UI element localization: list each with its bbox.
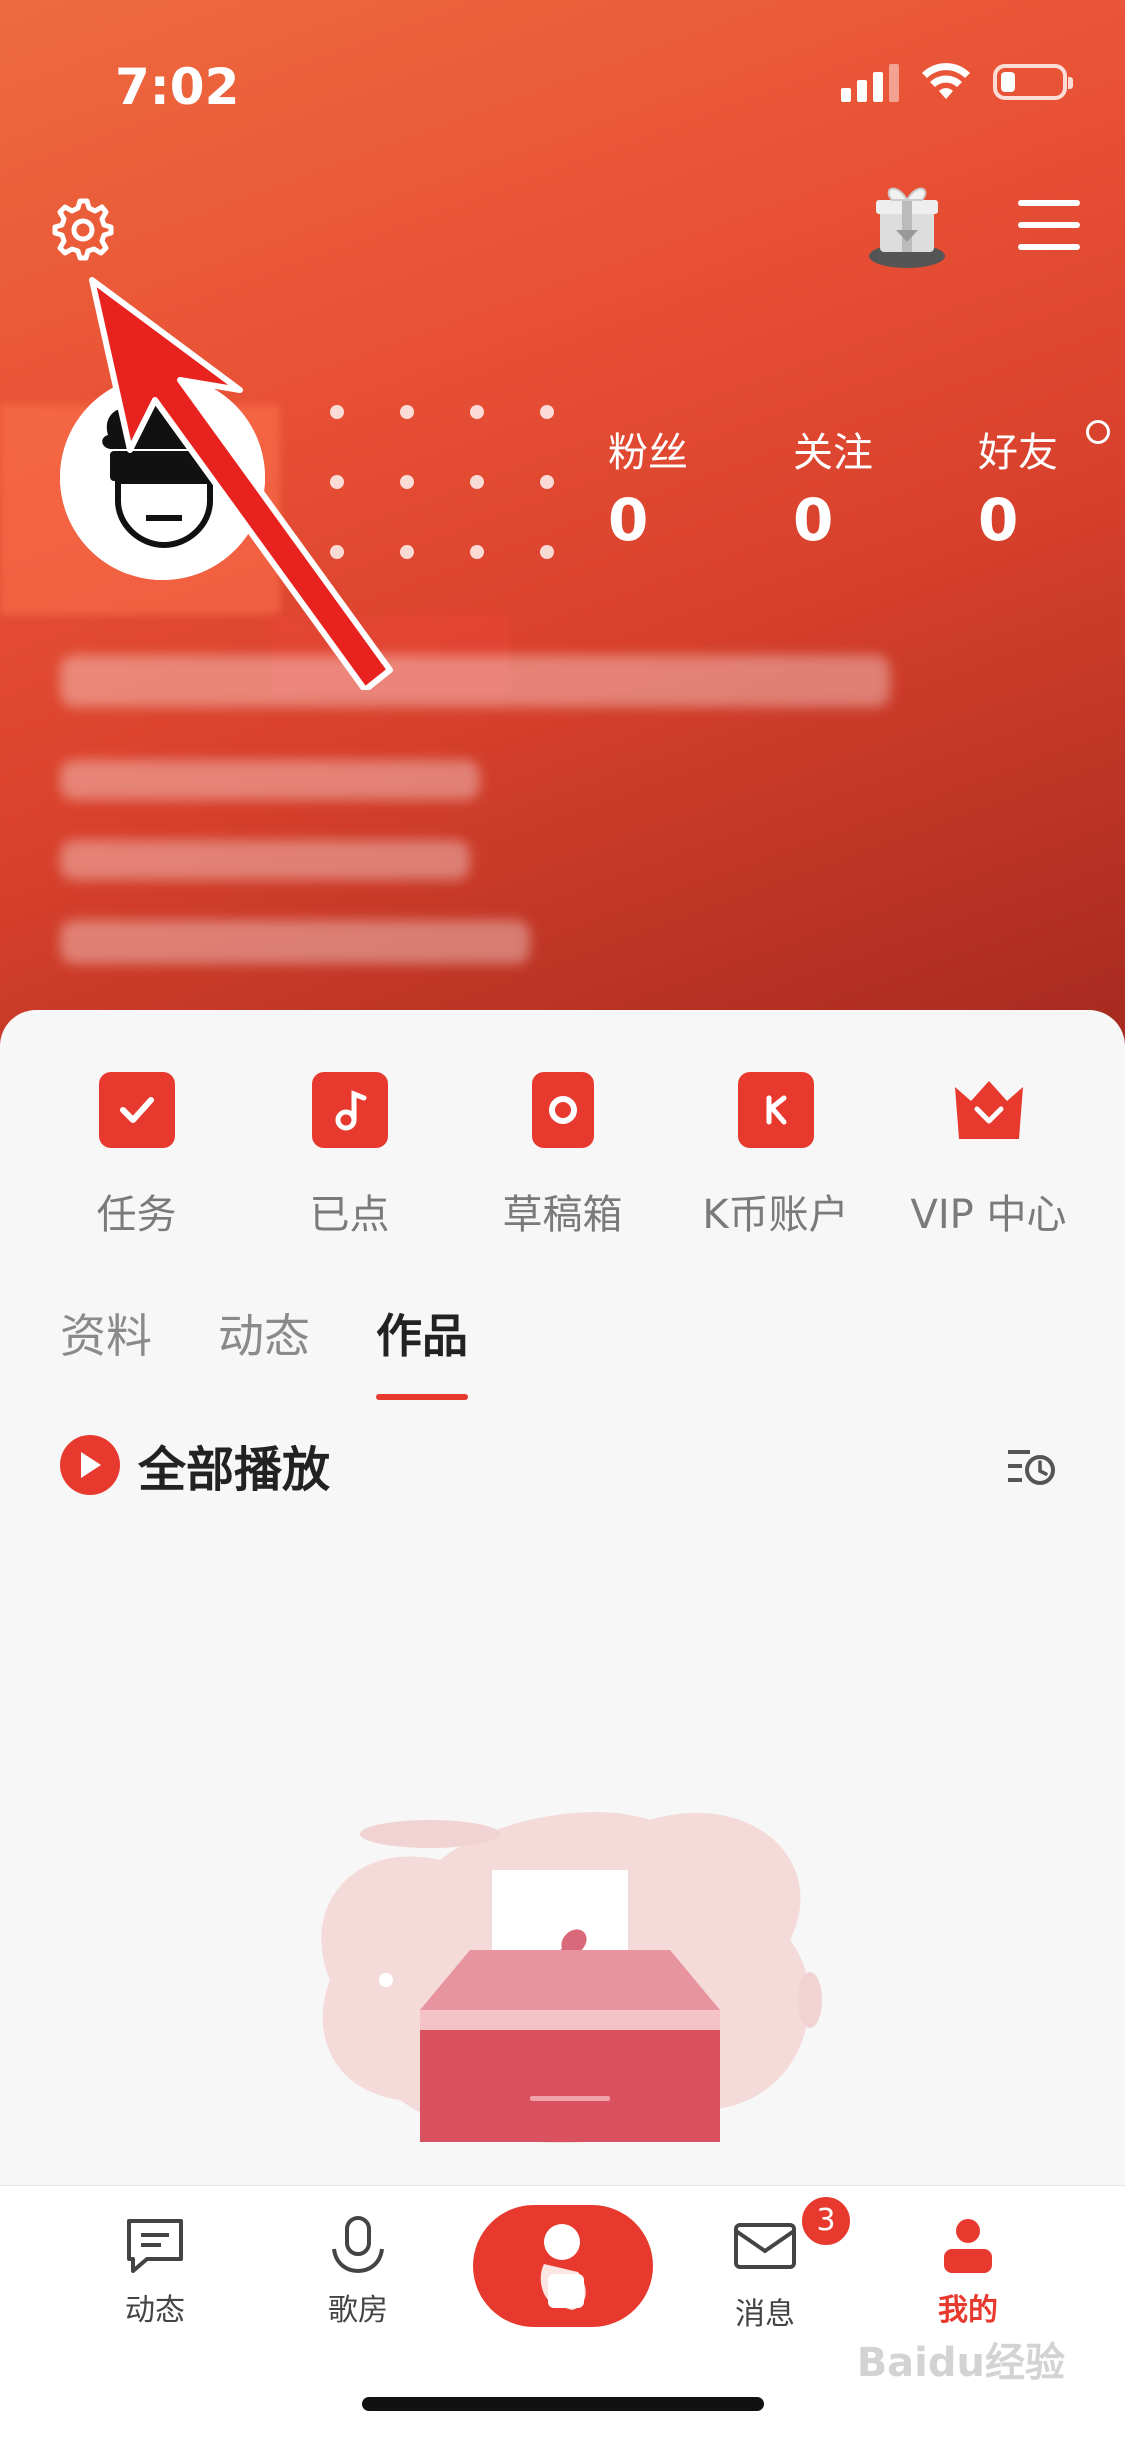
quick-actions: 任务 已点 草稿箱 K币账户 VIP 中心: [0, 1072, 1125, 1240]
quick-action-requested[interactable]: 已点: [243, 1072, 456, 1240]
stat-value: 0: [978, 486, 1019, 554]
quick-action-k-coin[interactable]: K币账户: [669, 1072, 882, 1240]
stat-friends[interactable]: 好友 0: [978, 420, 1125, 554]
home-indicator[interactable]: [362, 2397, 764, 2411]
play-history-icon[interactable]: [1006, 1444, 1056, 1488]
tab-works[interactable]: 作品: [376, 1300, 468, 1400]
signal-icon: [841, 62, 899, 102]
quick-action-task[interactable]: 任务: [30, 1072, 243, 1240]
stat-fans[interactable]: 粉丝 0: [608, 420, 793, 554]
quick-action-label: K币账户: [702, 1192, 849, 1238]
empty-works-illustration: [321, 1812, 822, 2143]
notification-dot: [1086, 420, 1110, 444]
record-button[interactable]: [473, 2205, 653, 2327]
microphone-person-icon: [540, 2224, 586, 2310]
quick-action-vip[interactable]: VIP 中心: [882, 1072, 1095, 1240]
profile-stats: 粉丝 0 关注 0 好友 0: [608, 420, 1125, 554]
quick-action-label: 已点: [309, 1192, 390, 1238]
nav-messages[interactable]: 3 消息: [690, 2193, 854, 2333]
nav-label: 动态: [125, 2293, 185, 2328]
task-check-icon: [98, 1072, 175, 1148]
tab-feed[interactable]: 动态: [218, 1300, 310, 1400]
profile-tabs: 资料 动态 作品: [60, 1300, 468, 1400]
blurred-info-line: [60, 920, 530, 964]
nav-song-room[interactable]: 歌房: [283, 2215, 433, 2329]
wifi-icon: [922, 63, 970, 99]
chat-bubble-icon: [127, 2219, 183, 2273]
stat-following[interactable]: 关注 0: [793, 420, 978, 554]
music-note-icon: [311, 1072, 388, 1148]
play-all-button[interactable]: 全部播放: [60, 1430, 330, 1500]
play-all-label: 全部播放: [138, 1442, 331, 1498]
person-icon: [944, 2219, 992, 2273]
stat-value: 0: [608, 486, 649, 554]
mail-icon: [734, 2223, 796, 2269]
quick-action-label: 任务: [96, 1192, 177, 1238]
settings-gear-icon[interactable]: [48, 195, 114, 261]
nav-label: 歌房: [328, 2293, 388, 2328]
battery-icon: [993, 64, 1073, 100]
mail-icon-wrap: 3: [732, 2193, 854, 2279]
unread-badge: 3: [798, 2193, 854, 2249]
blurred-info-line: [60, 840, 470, 880]
nav-label: 我的: [938, 2293, 998, 2328]
quick-action-label: VIP 中心: [910, 1192, 1067, 1238]
status-indicators: [841, 62, 1073, 102]
nav-me[interactable]: 我的: [893, 2215, 1043, 2329]
microphone-icon: [332, 2216, 384, 2274]
nav-label: 消息: [735, 2297, 795, 2332]
annotation-arrow-icon: [89, 277, 393, 690]
k-coin-wallet-icon: [737, 1072, 814, 1148]
menu-icon[interactable]: [1018, 200, 1080, 250]
stat-label: 粉丝: [608, 430, 688, 476]
quick-action-label: 草稿箱: [502, 1192, 623, 1238]
nav-feed[interactable]: 动态: [80, 2215, 230, 2329]
quick-action-drafts[interactable]: 草稿箱: [456, 1072, 669, 1240]
stat-label: 关注: [793, 430, 873, 476]
vip-crown-icon: [951, 1072, 1027, 1148]
draft-box-icon: [531, 1072, 594, 1148]
stat-value: 0: [793, 486, 834, 554]
status-time: 7:02: [115, 58, 240, 116]
play-icon: [60, 1435, 120, 1495]
tab-profile-info[interactable]: 资料: [60, 1300, 152, 1400]
watermark: Baidu经验: [856, 2340, 1065, 2386]
blurred-info-line: [60, 760, 480, 800]
gift-box-icon[interactable]: [862, 178, 952, 270]
